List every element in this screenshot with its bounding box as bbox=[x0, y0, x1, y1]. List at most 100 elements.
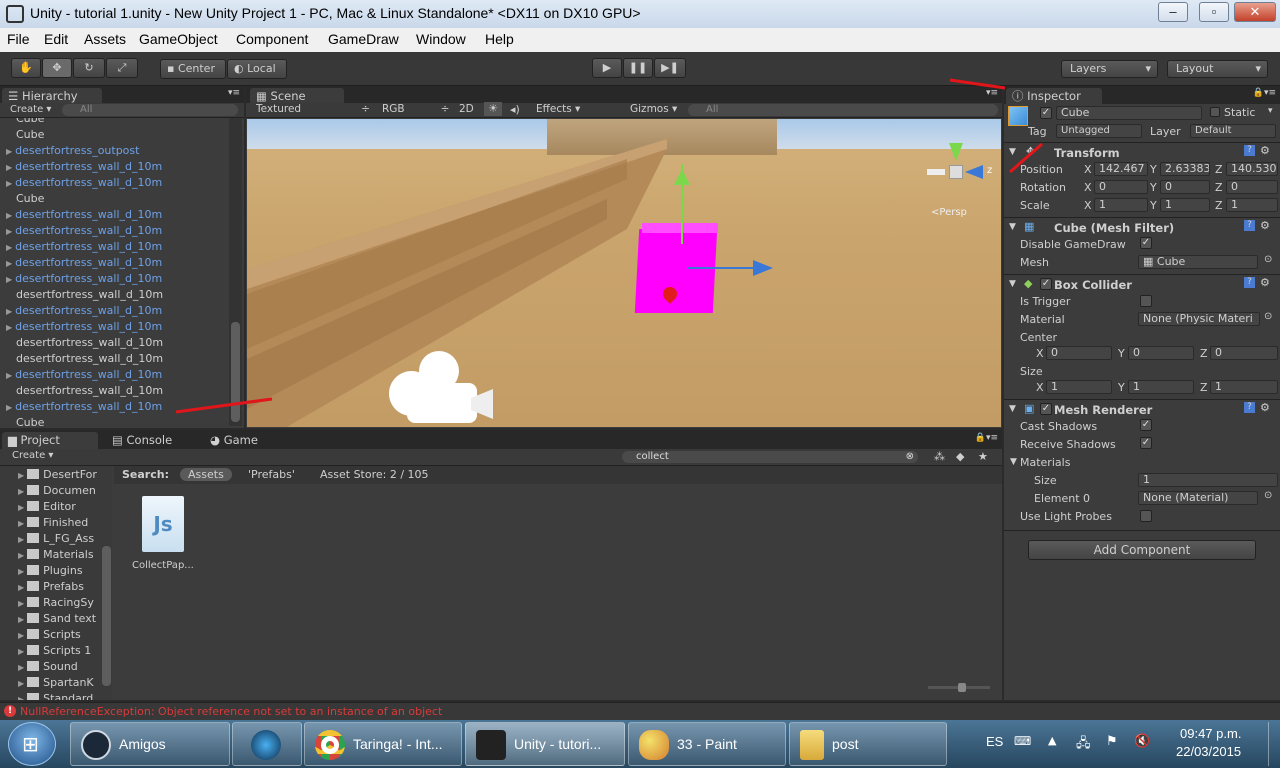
gear-icon[interactable]: ⚙ bbox=[1260, 219, 1270, 232]
lighting-toggle[interactable]: ☀ bbox=[484, 102, 502, 116]
project-search-input[interactable]: collect ⊗ bbox=[622, 451, 918, 463]
help-icon[interactable]: ? bbox=[1244, 220, 1255, 231]
hierarchy-search-input[interactable]: All bbox=[62, 104, 238, 116]
clock-time[interactable]: 09:47 p.m. bbox=[1180, 726, 1241, 741]
panel-menu-icon[interactable]: 🔒▾≡ bbox=[975, 433, 998, 443]
hierarchy-create-button[interactable]: Create ▾ bbox=[10, 104, 51, 115]
expand-arrow-icon[interactable]: ▶ bbox=[18, 471, 24, 480]
is-trigger-checkbox[interactable] bbox=[1140, 295, 1152, 307]
language-indicator[interactable]: ES bbox=[986, 734, 1003, 749]
project-create-button[interactable]: Create ▾ bbox=[12, 450, 53, 461]
menu-help[interactable]: Help bbox=[485, 31, 514, 47]
orientation-gizmo[interactable]: z <Persp bbox=[925, 141, 995, 218]
minimize-button[interactable]: – bbox=[1158, 2, 1188, 22]
gizmo-center-icon[interactable] bbox=[949, 165, 963, 179]
receive-shadows-checkbox[interactable]: ✓ bbox=[1140, 437, 1152, 449]
scene-viewport[interactable]: z <Persp bbox=[247, 119, 1001, 427]
scale-y-input[interactable]: 1 bbox=[1160, 198, 1210, 212]
pivot-local-button[interactable]: ◐ Local bbox=[227, 59, 287, 79]
project-folder-item[interactable]: ▶ Materials bbox=[18, 548, 94, 564]
object-picker-icon[interactable]: ⊙ bbox=[1264, 254, 1272, 265]
layers-dropdown[interactable]: Layers ▾ bbox=[1061, 60, 1158, 78]
volume-muted-icon[interactable]: 🔇 bbox=[1134, 734, 1150, 749]
tab-console[interactable]: ▤ Console bbox=[106, 432, 196, 449]
scale-z-input[interactable]: 1 bbox=[1226, 198, 1278, 212]
scene-search-input[interactable]: All bbox=[688, 104, 998, 116]
hierarchy-item[interactable]: Cube bbox=[16, 192, 44, 208]
menu-window[interactable]: Window bbox=[416, 31, 466, 47]
project-folder-item[interactable]: ▶ Sound bbox=[18, 660, 78, 676]
hierarchy-item[interactable]: ▶ desertfortress_wall_d_10m bbox=[6, 304, 162, 320]
selected-cube[interactable] bbox=[634, 229, 718, 313]
object-picker-icon[interactable]: ⊙ bbox=[1264, 311, 1272, 322]
expand-arrow-icon[interactable]: ▶ bbox=[6, 323, 12, 332]
panel-menu-icon[interactable]: 🔒▾≡ bbox=[1253, 88, 1276, 98]
step-button[interactable]: ▶❚ bbox=[654, 58, 686, 78]
static-dropdown-arrow-icon[interactable]: ▾ bbox=[1268, 106, 1273, 116]
move-tool-button[interactable]: ✥ bbox=[42, 58, 72, 78]
status-bar[interactable]: ! NullReferenceException: Object referen… bbox=[0, 702, 1280, 720]
menu-component[interactable]: Component bbox=[236, 31, 308, 47]
mesh-renderer-enabled-checkbox[interactable]: ✓ bbox=[1040, 403, 1052, 415]
position-y-input[interactable]: 2.63383 bbox=[1160, 162, 1210, 176]
hierarchy-item[interactable]: ▶ desertfortress_wall_d_10m bbox=[6, 256, 162, 272]
foldout-transform-icon[interactable]: ▼ bbox=[1009, 147, 1016, 157]
project-folder-item[interactable]: ▶ Scripts bbox=[18, 628, 81, 644]
expand-arrow-icon[interactable]: ▶ bbox=[18, 679, 24, 688]
folder-scrollbar-thumb[interactable] bbox=[102, 546, 111, 686]
menu-file[interactable]: File bbox=[7, 31, 30, 47]
expand-arrow-icon[interactable]: ▶ bbox=[18, 583, 24, 592]
static-checkbox[interactable] bbox=[1210, 107, 1220, 117]
menu-gamedraw[interactable]: GameDraw bbox=[328, 31, 399, 47]
2d-toggle[interactable]: 2D bbox=[459, 103, 474, 115]
expand-arrow-icon[interactable]: ▶ bbox=[6, 403, 12, 412]
materials-size-input[interactable]: 1 bbox=[1138, 473, 1278, 487]
use-light-probes-checkbox[interactable] bbox=[1140, 510, 1152, 522]
foldout-mesh-filter-icon[interactable]: ▼ bbox=[1009, 222, 1016, 232]
expand-arrow-icon[interactable]: ▶ bbox=[18, 535, 24, 544]
scale-x-input[interactable]: 1 bbox=[1094, 198, 1148, 212]
expand-arrow-icon[interactable]: ▶ bbox=[18, 599, 24, 608]
shading-dropdown[interactable]: Textured ÷ bbox=[256, 103, 370, 115]
action-center-flag-icon[interactable]: ⚑ bbox=[1106, 734, 1118, 749]
center-z-input[interactable]: 0 bbox=[1210, 346, 1278, 360]
help-icon[interactable]: ? bbox=[1244, 402, 1255, 413]
position-x-input[interactable]: 142.467 bbox=[1094, 162, 1148, 176]
active-checkbox[interactable]: ✓ bbox=[1040, 107, 1052, 119]
size-z-input[interactable]: 1 bbox=[1210, 380, 1278, 394]
audio-toggle[interactable]: ◂) bbox=[510, 103, 520, 116]
hierarchy-item[interactable]: ▶ desertfortress_outpost bbox=[6, 144, 139, 160]
taskbar-item-paint[interactable]: 33 - Paint bbox=[628, 722, 786, 766]
filter-type-icon[interactable]: ⁂ bbox=[934, 450, 945, 463]
close-button[interactable]: ✕ bbox=[1234, 2, 1276, 22]
project-folder-item[interactable]: ▶ Scripts 1 bbox=[18, 644, 91, 660]
object-name-input[interactable]: Cube bbox=[1056, 106, 1202, 120]
project-folder-item[interactable]: ▶ Finished bbox=[18, 516, 88, 532]
scope-assets-toggle[interactable]: Assets bbox=[180, 468, 232, 481]
disable-gamedraw-checkbox[interactable]: ✓ bbox=[1140, 237, 1152, 249]
taskbar-item-steam[interactable]: Amigos bbox=[70, 722, 230, 766]
hierarchy-item[interactable]: ▶ desertfortress_wall_d_10m bbox=[6, 272, 162, 288]
pause-button[interactable]: ❚❚ bbox=[623, 58, 653, 78]
help-icon[interactable]: ? bbox=[1244, 145, 1255, 156]
expand-arrow-icon[interactable]: ▶ bbox=[18, 647, 24, 656]
taskbar-item-chrome[interactable]: Taringa! - Int... bbox=[304, 722, 462, 766]
hierarchy-item[interactable]: desertfortress_wall_d_10m bbox=[16, 288, 163, 304]
hierarchy-item[interactable]: ▶ desertfortress_wall_d_10m bbox=[6, 320, 162, 336]
hierarchy-item[interactable]: ▶ desertfortress_wall_d_10m bbox=[6, 208, 162, 224]
scope-prefabs-toggle[interactable]: 'Prefabs' bbox=[248, 468, 295, 481]
center-y-input[interactable]: 0 bbox=[1128, 346, 1194, 360]
project-folder-item[interactable]: ▶ RacingSy bbox=[18, 596, 94, 612]
box-collider-enabled-checkbox[interactable]: ✓ bbox=[1040, 278, 1052, 290]
hierarchy-item[interactable]: ▶ desertfortress_wall_d_10m bbox=[6, 224, 162, 240]
effects-dropdown[interactable]: Effects ▾ bbox=[536, 103, 580, 115]
expand-arrow-icon[interactable]: ▶ bbox=[18, 567, 24, 576]
tab-game[interactable]: ◕ Game bbox=[204, 432, 294, 449]
expand-arrow-icon[interactable]: ▶ bbox=[6, 211, 12, 220]
tray-expand-icon[interactable]: ▲ bbox=[1048, 734, 1056, 747]
taskbar-item-camera[interactable] bbox=[232, 722, 302, 766]
foldout-mesh-renderer-icon[interactable]: ▼ bbox=[1009, 404, 1016, 414]
expand-arrow-icon[interactable]: ▶ bbox=[6, 227, 12, 236]
rotation-y-input[interactable]: 0 bbox=[1160, 180, 1210, 194]
size-y-input[interactable]: 1 bbox=[1128, 380, 1194, 394]
